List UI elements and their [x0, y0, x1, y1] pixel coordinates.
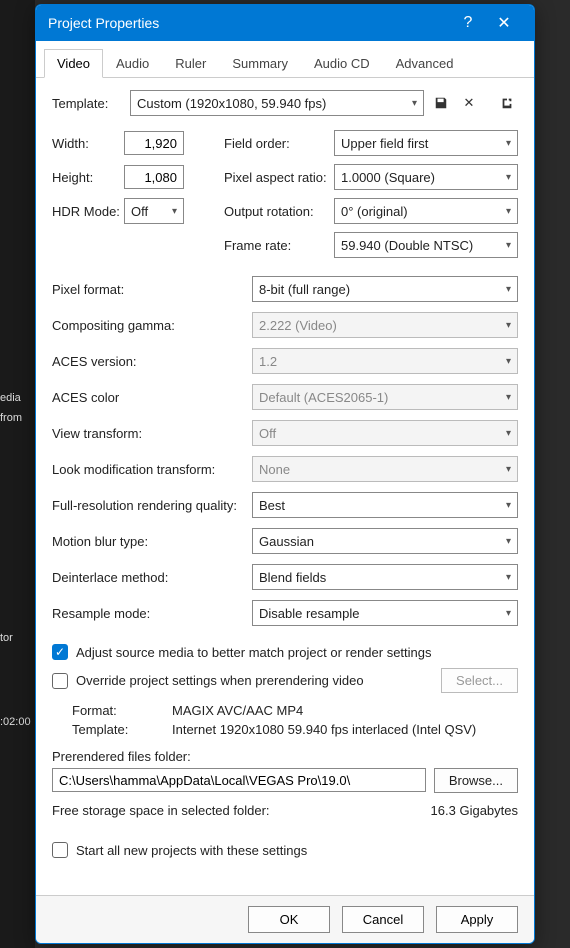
quality-select[interactable]: Best▾ — [252, 492, 518, 518]
chevron-down-icon: ▾ — [506, 240, 511, 251]
tab-audio-cd[interactable]: Audio CD — [301, 49, 383, 77]
look-select: None▾ — [252, 456, 518, 482]
resample-select[interactable]: Disable resample▾ — [252, 600, 518, 626]
chevron-down-icon: ▾ — [506, 536, 511, 547]
save-template-icon[interactable] — [430, 92, 452, 114]
tab-summary[interactable]: Summary — [219, 49, 301, 77]
deint-label: Deinterlace method: — [52, 570, 252, 585]
folder-label: Prerendered files folder: — [52, 749, 518, 764]
fps-label: Frame rate: — [224, 238, 334, 253]
pixfmt-label: Pixel format: — [52, 282, 252, 297]
match-media-icon[interactable] — [496, 92, 518, 114]
adjust-media-label: Adjust source media to better match proj… — [76, 645, 432, 660]
tab-audio[interactable]: Audio — [103, 49, 162, 77]
dialog-title: Project Properties — [48, 15, 450, 31]
format-label: Format: — [72, 703, 172, 718]
acescolor-label: ACES color — [52, 390, 252, 405]
prerender-template-label: Template: — [72, 722, 172, 737]
par-label: Pixel aspect ratio: — [224, 170, 334, 185]
look-label: Look modification transform: — [52, 462, 252, 477]
tab-ruler[interactable]: Ruler — [162, 49, 219, 77]
width-label: Width: — [52, 136, 124, 151]
chevron-down-icon: ▾ — [506, 428, 511, 439]
start-all-checkbox[interactable] — [52, 842, 68, 858]
acescolor-select: Default (ACES2065-1)▾ — [252, 384, 518, 410]
titlebar: Project Properties ? ✕ — [36, 5, 534, 41]
storage-value: 16.3 Gigabytes — [431, 803, 518, 818]
view-select: Off▾ — [252, 420, 518, 446]
chevron-down-icon: ▾ — [506, 172, 511, 183]
chevron-down-icon: ▾ — [506, 572, 511, 583]
adjust-media-checkbox[interactable]: ✓ — [52, 644, 68, 660]
prerender-template-value: Internet 1920x1080 59.940 fps interlaced… — [172, 722, 518, 737]
chevron-down-icon: ▾ — [506, 608, 511, 619]
chevron-down-icon: ▾ — [506, 500, 511, 511]
override-label: Override project settings when prerender… — [76, 673, 364, 688]
delete-template-icon[interactable]: ✕ — [458, 92, 480, 114]
format-value: MAGIX AVC/AAC MP4 — [172, 703, 518, 718]
chevron-down-icon: ▾ — [506, 356, 511, 367]
chevron-down-icon: ▾ — [172, 206, 177, 217]
background-app: edia from tor :02:00 — [0, 0, 35, 948]
ok-button[interactable]: OK — [248, 906, 330, 933]
chevron-down-icon: ▾ — [506, 206, 511, 217]
pixfmt-select[interactable]: 8-bit (full range)▾ — [252, 276, 518, 302]
chevron-down-icon: ▾ — [506, 464, 511, 475]
close-button[interactable]: ✕ — [486, 5, 522, 41]
deint-select[interactable]: Blend fields▾ — [252, 564, 518, 590]
chevron-down-icon: ▾ — [412, 98, 417, 109]
template-label: Template: — [52, 96, 124, 111]
override-checkbox[interactable] — [52, 673, 68, 689]
start-all-label: Start all new projects with these settin… — [76, 843, 307, 858]
blur-select[interactable]: Gaussian▾ — [252, 528, 518, 554]
par-select[interactable]: 1.0000 (Square)▾ — [334, 164, 518, 190]
view-label: View transform: — [52, 426, 252, 441]
hdr-label: HDR Mode: — [52, 204, 124, 219]
rotation-select[interactable]: 0° (original)▾ — [334, 198, 518, 224]
chevron-down-icon: ▾ — [506, 284, 511, 295]
aces-select: 1.2▾ — [252, 348, 518, 374]
field-order-label: Field order: — [224, 136, 334, 151]
project-properties-dialog: Project Properties ? ✕ Video Audio Ruler… — [35, 4, 535, 944]
rotation-label: Output rotation: — [224, 204, 334, 219]
tab-advanced[interactable]: Advanced — [383, 49, 467, 77]
tab-strip: Video Audio Ruler Summary Audio CD Advan… — [36, 49, 534, 78]
dialog-footer: OK Cancel Apply — [36, 895, 534, 943]
width-input[interactable] — [124, 131, 184, 155]
folder-input[interactable] — [52, 768, 426, 792]
tab-video[interactable]: Video — [44, 49, 103, 78]
height-label: Height: — [52, 170, 124, 185]
resample-label: Resample mode: — [52, 606, 252, 621]
aces-label: ACES version: — [52, 354, 252, 369]
gamma-select: 2.222 (Video)▾ — [252, 312, 518, 338]
quality-label: Full-resolution rendering quality: — [52, 498, 252, 513]
browse-button[interactable]: Browse... — [434, 768, 518, 793]
cancel-button[interactable]: Cancel — [342, 906, 424, 933]
gamma-label: Compositing gamma: — [52, 318, 252, 333]
hdr-select[interactable]: Off▾ — [124, 198, 184, 224]
blur-label: Motion blur type: — [52, 534, 252, 549]
select-button[interactable]: Select... — [441, 668, 518, 693]
apply-button[interactable]: Apply — [436, 906, 518, 933]
chevron-down-icon: ▾ — [506, 320, 511, 331]
help-button[interactable]: ? — [450, 5, 486, 41]
field-order-select[interactable]: Upper field first▾ — [334, 130, 518, 156]
storage-label: Free storage space in selected folder: — [52, 803, 431, 818]
chevron-down-icon: ▾ — [506, 138, 511, 149]
fps-select[interactable]: 59.940 (Double NTSC)▾ — [334, 232, 518, 258]
template-select[interactable]: Custom (1920x1080, 59.940 fps)▾ — [130, 90, 424, 116]
height-input[interactable] — [124, 165, 184, 189]
chevron-down-icon: ▾ — [506, 392, 511, 403]
